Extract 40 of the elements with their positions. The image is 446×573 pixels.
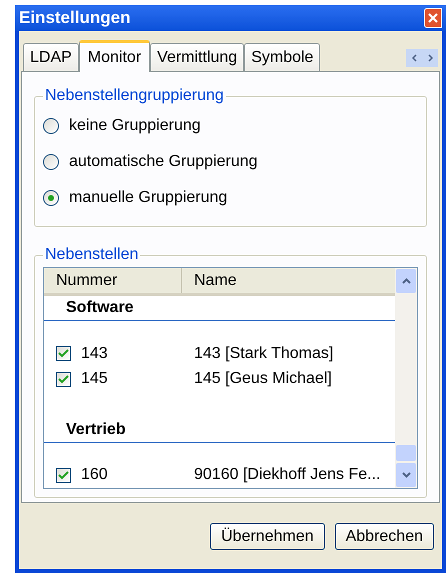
- tab[interactable]: Symbole: [244, 43, 320, 71]
- column-header[interactable]: Name: [182, 268, 395, 294]
- caret-down-icon: [402, 472, 410, 478]
- radio-label: manuelle Gruppierung: [69, 188, 228, 208]
- radio-button[interactable]: [43, 190, 59, 206]
- close-icon: [428, 13, 438, 23]
- group-legend: Nebenstellengruppierung: [43, 84, 226, 108]
- extension-number: 143: [81, 344, 108, 364]
- scroll-down-button[interactable]: [396, 463, 416, 487]
- scrollbar[interactable]: [395, 268, 417, 488]
- radio-label: automatische Gruppierung: [69, 152, 258, 172]
- dialog-button[interactable]: Übernehmen: [210, 523, 325, 550]
- group-legend: Nebenstellen: [43, 243, 140, 267]
- extension-name: 145 [Geus Michael]: [194, 369, 332, 390]
- radio-button[interactable]: [43, 118, 59, 134]
- tab-scroll-right-button[interactable]: [422, 49, 438, 67]
- checkbox[interactable]: [56, 468, 71, 483]
- tab-scroll-left-button[interactable]: [406, 49, 422, 67]
- window-title: Einstellungen: [19, 7, 130, 30]
- caret-left-icon: [412, 54, 416, 62]
- radio-button[interactable]: [43, 154, 59, 170]
- radio-label: keine Gruppierung: [69, 116, 201, 136]
- caret-up-icon: [402, 278, 410, 284]
- group-header: Software: [66, 298, 134, 318]
- extension-name: 90160 [Diekhoff Jens Fe...: [194, 465, 380, 486]
- extension-number: 145: [81, 369, 108, 390]
- extension-number: 160: [81, 465, 108, 486]
- caret-right-icon: [428, 54, 432, 62]
- scroll-thumb[interactable]: [396, 445, 416, 461]
- tab[interactable]: Vermittlung: [150, 43, 244, 71]
- extension-name: 143 [Stark Thomas]: [194, 344, 334, 364]
- group-header: Vertrieb: [66, 420, 126, 440]
- dialog-button[interactable]: Abbrechen: [334, 523, 434, 550]
- scroll-up-button[interactable]: [396, 269, 416, 293]
- tab[interactable]: Monitor: [78, 40, 150, 72]
- close-button[interactable]: [424, 8, 442, 28]
- checkbox[interactable]: [56, 346, 71, 362]
- tab[interactable]: LDAP: [23, 43, 79, 71]
- checkbox[interactable]: [56, 372, 71, 387]
- column-header[interactable]: Nummer: [44, 268, 182, 294]
